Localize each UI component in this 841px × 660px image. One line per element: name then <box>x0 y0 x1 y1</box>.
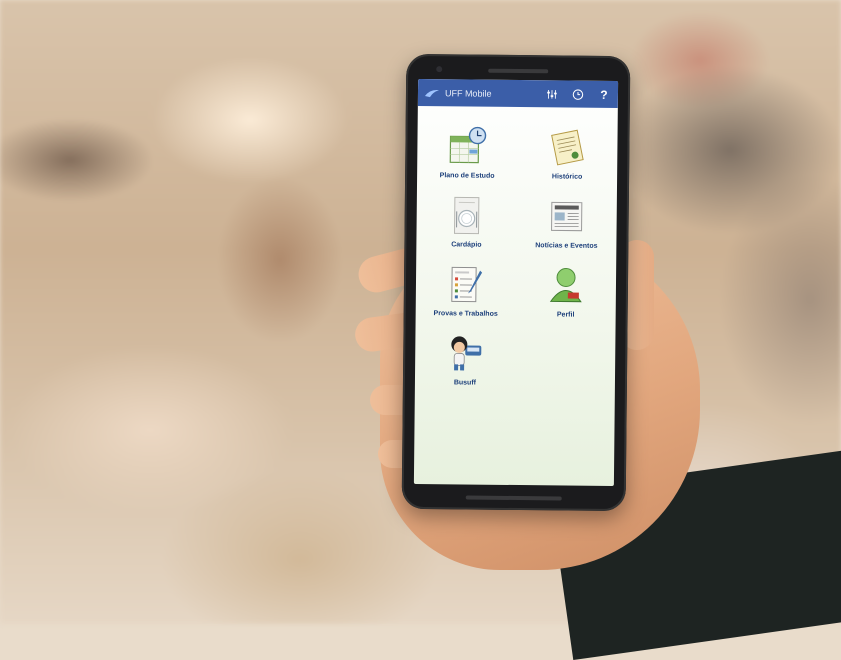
menu-item-cardapio[interactable]: Cardápio <box>416 193 517 249</box>
app-bar: UFF Mobile ? <box>418 79 618 108</box>
menu-item-label: Plano de Estudo <box>440 172 495 180</box>
menu-item-label: Perfil <box>557 311 575 318</box>
menu-item-label: Cardápio <box>451 241 481 248</box>
menu-item-plano-de-estudo[interactable]: Plano de Estudo <box>417 124 518 180</box>
bus-mascot-icon <box>445 331 485 375</box>
help-icon[interactable]: ? <box>596 86 612 102</box>
menu-item-label: Notícias e Eventos <box>535 242 597 250</box>
exam-paper-icon <box>446 262 486 306</box>
newspaper-icon <box>546 194 586 238</box>
sliders-icon[interactable] <box>544 86 560 102</box>
menu-item-busuff[interactable]: Busuff <box>415 331 516 387</box>
menu-item-noticias-e-eventos[interactable]: Notícias e Eventos <box>516 194 617 250</box>
clock-icon[interactable] <box>570 86 586 102</box>
menu-item-label: Provas e Trabalhos <box>434 310 498 318</box>
calendar-clock-icon <box>447 124 487 168</box>
menu-item-historico[interactable]: Histórico <box>517 125 618 181</box>
app-title: UFF Mobile <box>445 88 534 99</box>
menu-item-label: Busuff <box>454 379 476 386</box>
smartphone: UFF Mobile ? <box>402 54 631 511</box>
bottom-speaker <box>466 495 562 500</box>
menu-item-perfil[interactable]: Perfil <box>516 263 617 319</box>
certificate-icon <box>547 125 587 169</box>
front-camera <box>436 66 442 72</box>
user-profile-icon <box>546 263 586 307</box>
uff-logo-icon <box>424 88 440 98</box>
menu-grid: Plano de Estudo Histórico <box>415 106 618 388</box>
menu-item-provas-e-trabalhos[interactable]: Provas e Trabalhos <box>416 262 517 318</box>
menu-item-label: Histórico <box>552 173 582 180</box>
app-screen: UFF Mobile ? <box>414 79 618 486</box>
earpiece-speaker <box>488 69 548 74</box>
plate-menu-icon <box>446 193 486 237</box>
